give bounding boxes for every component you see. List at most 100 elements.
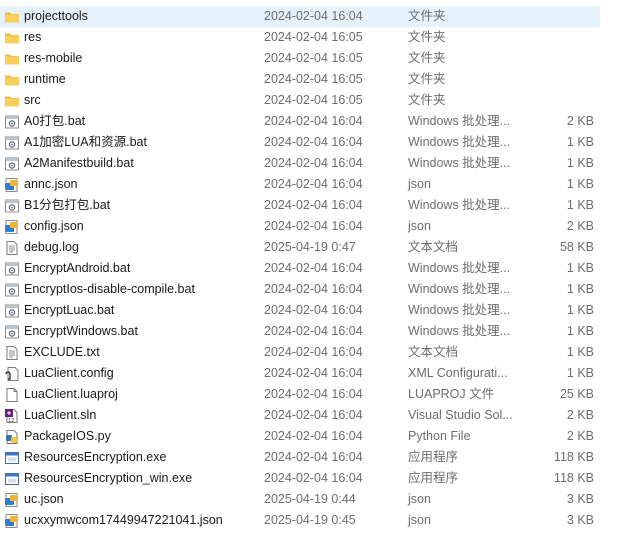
file-name: LuaClient.config: [24, 366, 114, 380]
file-row[interactable]: B1分包打包.bat 2024-02-04 16:04 Windows 批处理...…: [0, 195, 600, 216]
file-size: 1 KB: [566, 261, 594, 275]
file-date-modified: 2025-04-19 0:47: [264, 240, 356, 254]
file-date-modified: 2024-02-04 16:04: [264, 261, 363, 275]
file-row[interactable]: res-mobile 2024-02-04 16:05 文件夹: [0, 48, 600, 69]
file-size: 1 KB: [566, 303, 594, 317]
file-name: A2Manifestbuild.bat: [24, 156, 134, 170]
file-name: EncryptAndroid.bat: [24, 261, 131, 275]
file-row[interactable]: A0打包.bat 2024-02-04 16:04 Windows 批处理... 2 …: [0, 111, 600, 132]
file-size: 2 KB: [566, 429, 594, 443]
file-name: config.json: [24, 219, 84, 233]
file-name: LuaClient.luaproj: [24, 387, 118, 401]
file-row[interactable]: A2Manifestbuild.bat 2024-02-04 16:04 Windo…: [0, 153, 600, 174]
file-type: 文本文档: [408, 240, 459, 254]
file-date-modified: 2024-02-04 16:04: [264, 471, 363, 485]
application-icon: [4, 471, 20, 487]
file-type: Windows 批处理...: [408, 156, 511, 170]
file-date-modified: 2024-02-04 16:04: [264, 387, 363, 401]
folder-icon: [4, 30, 20, 46]
file-type: Windows 批处理...: [408, 261, 511, 275]
file-row[interactable]: config.json 2024-02-04 16:04 json 2 KB: [0, 216, 600, 237]
file-type: Windows 批处理...: [408, 114, 511, 128]
file-type: Python File: [408, 429, 471, 443]
file-date-modified: 2024-02-04 16:04: [264, 156, 363, 170]
file-date-modified: 2024-02-04 16:04: [264, 450, 363, 464]
file-date-modified: 2025-04-19 0:44: [264, 492, 356, 506]
file-row[interactable]: PackageIOS.py 2024-02-04 16:04 Python File…: [0, 426, 600, 447]
file-size: 3 KB: [566, 492, 594, 506]
folder-icon: [4, 72, 20, 88]
folder-icon: [4, 9, 20, 25]
file-date-modified: 2025-04-19 0:45: [264, 513, 356, 527]
file-name: B1分包打包.bat: [24, 198, 111, 212]
file-type: 文本文档: [408, 345, 459, 359]
file-date-modified: 2024-02-04 16:04: [264, 303, 363, 317]
file-name: ResourcesEncryption.exe: [24, 450, 167, 464]
file-row[interactable]: res 2024-02-04 16:05 文件夹: [0, 27, 600, 48]
file-row[interactable]: EncryptIos-disable-compile.bat 2024-02-04…: [0, 279, 600, 300]
file-type: 文件夹: [408, 51, 446, 65]
file-name: EncryptWindows.bat: [24, 324, 138, 338]
file-type: Visual Studio Sol...: [408, 408, 513, 422]
file-row[interactable]: ucxxymwcom17449947221041.json 2025-04-19 …: [0, 510, 600, 531]
file-type: XML Configurati...: [408, 366, 508, 380]
application-icon: [4, 450, 20, 466]
file-type: json: [408, 177, 431, 191]
batch-file-icon: [4, 156, 20, 172]
file-date-modified: 2024-02-04 16:04: [264, 366, 363, 380]
file-type: 文件夹: [408, 30, 446, 44]
batch-file-icon: [4, 114, 20, 130]
file-row[interactable]: runtime 2024-02-04 16:05 文件夹: [0, 69, 600, 90]
file-date-modified: 2024-02-04 16:04: [264, 114, 363, 128]
file-row[interactable]: EncryptWindows.bat 2024-02-04 16:04 Window…: [0, 321, 600, 342]
file-row[interactable]: annc.json 2024-02-04 16:04 json 1 KB: [0, 174, 600, 195]
svg-text:12: 12: [8, 418, 14, 424]
file-name: EncryptIos-disable-compile.bat: [24, 282, 195, 296]
file-type: 文件夹: [408, 9, 446, 23]
file-row[interactable]: ResourcesEncryption.exe 2024-02-04 16:04 应…: [0, 447, 600, 468]
file-name: annc.json: [24, 177, 78, 191]
file-size: 3 KB: [566, 513, 594, 527]
file-date-modified: 2024-02-04 16:05: [264, 51, 363, 65]
file-row[interactable]: EncryptLuac.bat 2024-02-04 16:04 Windows 批…: [0, 300, 600, 321]
json-file-icon: [4, 492, 20, 508]
file-type: LUAPROJ 文件: [408, 387, 495, 401]
config-file-icon: [4, 366, 20, 382]
file-date-modified: 2024-02-04 16:05: [264, 72, 363, 86]
json-file-icon: [4, 219, 20, 235]
file-row[interactable]: uc.json 2025-04-19 0:44 json 3 KB: [0, 489, 600, 510]
file-row[interactable]: LuaClient.config 2024-02-04 16:04 XML Conf…: [0, 363, 600, 384]
file-row-selected[interactable]: projecttools 2024-02-04 16:04 文件夹: [0, 6, 600, 27]
folder-icon: [4, 93, 20, 109]
file-name: LuaClient.sln: [24, 408, 97, 422]
file-row[interactable]: A1加密LUA和资源.bat 2024-02-04 16:04 Windows 批处…: [0, 132, 600, 153]
batch-file-icon: [4, 261, 20, 277]
file-type: Windows 批处理...: [408, 303, 511, 317]
file-date-modified: 2024-02-04 16:04: [264, 345, 363, 359]
file-row[interactable]: 12 LuaClient.sln 2024-02-04 16:04 Visual St…: [0, 405, 600, 426]
file-row[interactable]: LuaClient.luaproj 2024-02-04 16:04 LUAPROJ…: [0, 384, 600, 405]
file-row[interactable]: EXCLUDE.txt 2024-02-04 16:04 文本文档 1 KB: [0, 342, 600, 363]
file-date-modified: 2024-02-04 16:04: [264, 177, 363, 191]
file-row[interactable]: debug.log 2025-04-19 0:47 文本文档 58 KB: [0, 237, 600, 258]
file-row[interactable]: src 2024-02-04 16:05 文件夹: [0, 90, 600, 111]
file-name: A0打包.bat: [24, 114, 86, 128]
file-name: A1加密LUA和资源.bat: [24, 135, 147, 149]
file-type: 应用程序: [408, 471, 459, 485]
file-type: Windows 批处理...: [408, 198, 511, 212]
text-file-icon: [4, 240, 20, 256]
file-size: 1 KB: [566, 282, 594, 296]
file-type: Windows 批处理...: [408, 282, 511, 296]
solution-file-icon: 12: [4, 408, 20, 424]
folder-icon: [4, 51, 20, 67]
file-row[interactable]: ResourcesEncryption_win.exe 2024-02-04 16…: [0, 468, 600, 489]
file-name: ResourcesEncryption_win.exe: [24, 471, 193, 485]
file-name: src: [24, 93, 41, 107]
file-row[interactable]: EncryptAndroid.bat 2024-02-04 16:04 Window…: [0, 258, 600, 279]
file-name: runtime: [24, 72, 66, 86]
file-name: PackageIOS.py: [24, 429, 111, 443]
file-date-modified: 2024-02-04 16:04: [264, 282, 363, 296]
file-size: 2 KB: [566, 219, 594, 233]
batch-file-icon: [4, 135, 20, 151]
file-date-modified: 2024-02-04 16:05: [264, 93, 363, 107]
